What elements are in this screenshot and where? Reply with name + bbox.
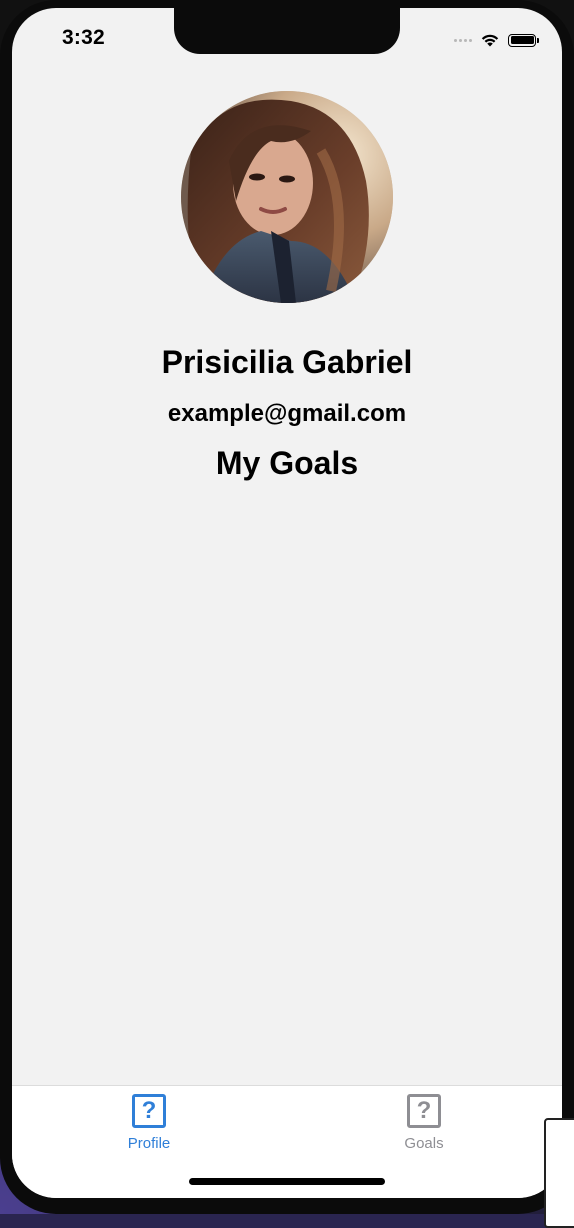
avatar-photo [181, 91, 393, 303]
tab-profile[interactable]: ? Profile [89, 1094, 209, 1158]
my-goals-heading: My Goals [215, 445, 359, 481]
screenshot-thumbnail[interactable] [544, 1118, 574, 1228]
cellular-signal-icon [454, 38, 472, 42]
question-square-icon: ? [132, 1094, 166, 1128]
tab-profile-label: Profile [127, 1135, 171, 1152]
question-square-icon: ? [407, 1094, 441, 1128]
profile-email: example@gmail.com [167, 400, 407, 427]
battery-icon [508, 33, 539, 47]
device-notch [174, 8, 400, 54]
tab-goals-label: Goals [404, 1135, 444, 1152]
status-time: 3:32 [62, 26, 105, 49]
profile-name: Prisicilia Gabriel [161, 344, 413, 380]
wifi-icon [481, 34, 499, 46]
app-screen: 3:32 Prisicilia Gabriel example@gmail.co… [12, 8, 562, 1198]
status-icons [454, 30, 539, 50]
home-indicator[interactable] [189, 1178, 385, 1185]
tab-goals[interactable]: ? Goals [364, 1094, 484, 1158]
avatar [181, 91, 393, 303]
